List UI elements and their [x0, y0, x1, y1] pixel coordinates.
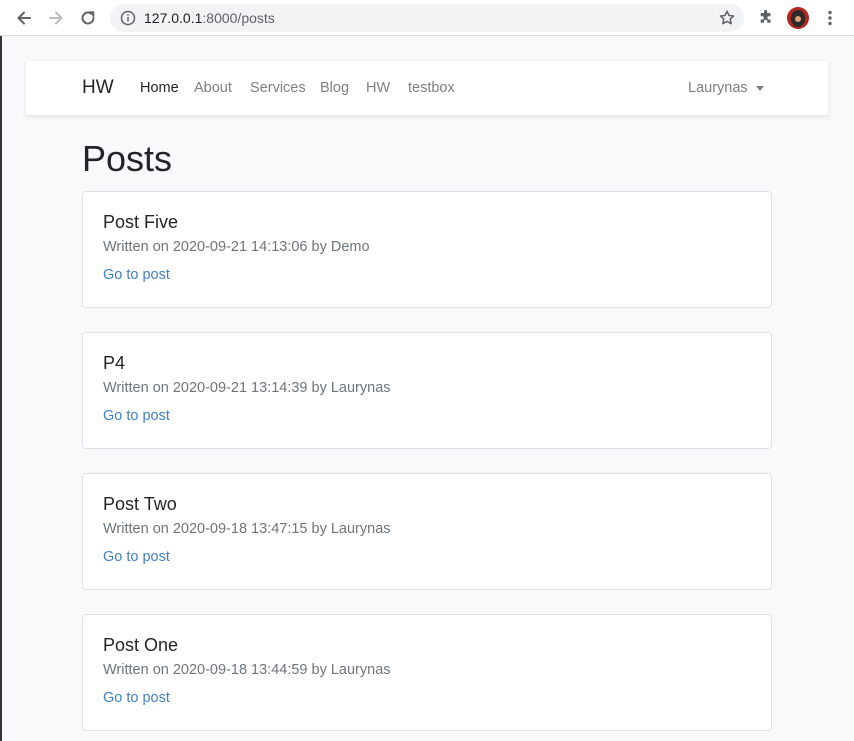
info-icon[interactable]	[120, 10, 136, 30]
nav-home[interactable]: Home	[140, 80, 179, 96]
reload-icon[interactable]	[76, 6, 100, 30]
profile-avatar[interactable]	[787, 7, 809, 29]
url-path: :8000/posts	[202, 10, 275, 26]
window-edge	[0, 36, 2, 741]
post-meta: Written on 2020-09-21 13:14:39 by Lauryn…	[103, 380, 391, 396]
post-meta: Written on 2020-09-18 13:44:59 by Lauryn…	[103, 662, 391, 678]
back-arrow-icon[interactable]	[12, 6, 36, 30]
address-bar[interactable]: 127.0.0.1:8000/posts	[110, 4, 744, 32]
post-meta: Written on 2020-09-18 13:47:15 by Lauryn…	[103, 521, 391, 537]
brand-link[interactable]: HW	[82, 77, 114, 99]
post-title: Post One	[103, 635, 179, 655]
post-title: P4	[103, 353, 126, 373]
nav-testbox[interactable]: testbox	[408, 80, 455, 96]
go-to-post-link[interactable]: Go to post	[103, 549, 170, 565]
nav-hw[interactable]: HW	[366, 80, 390, 96]
url-host: 127.0.0.1	[144, 10, 203, 26]
post-card: P4 Written on 2020-09-21 13:14:39 by Lau…	[82, 332, 772, 449]
post-card: Post One Written on 2020-09-18 13:44:59 …	[82, 614, 772, 731]
star-icon[interactable]	[718, 9, 736, 31]
nav-services[interactable]: Services	[250, 80, 306, 96]
go-to-post-link[interactable]: Go to post	[103, 267, 170, 283]
post-meta: Written on 2020-09-21 14:13:06 by Demo	[103, 239, 370, 255]
extensions-icon[interactable]	[754, 6, 778, 30]
forward-arrow-icon[interactable]	[44, 6, 68, 30]
nav-blog[interactable]: Blog	[320, 80, 349, 96]
page-title: Posts	[82, 138, 173, 179]
post-title: Post Five	[103, 212, 179, 232]
go-to-post-link[interactable]: Go to post	[103, 690, 170, 706]
caret-down-icon[interactable]	[756, 86, 764, 91]
go-to-post-link[interactable]: Go to post	[103, 408, 170, 424]
site-navbar: HW Home About Services Blog HW testbox L…	[26, 61, 828, 116]
post-card: Post Two Written on 2020-09-18 13:47:15 …	[82, 473, 772, 590]
user-dropdown[interactable]: Laurynas	[688, 80, 748, 96]
more-vertical-icon[interactable]	[818, 6, 842, 30]
post-card: Post Five Written on 2020-09-21 14:13:06…	[82, 191, 772, 308]
post-title: Post Two	[103, 494, 177, 514]
browser-toolbar: 127.0.0.1:8000/posts	[0, 0, 854, 36]
url-text: 127.0.0.1:8000/posts	[144, 10, 275, 26]
nav-about[interactable]: About	[194, 80, 232, 96]
